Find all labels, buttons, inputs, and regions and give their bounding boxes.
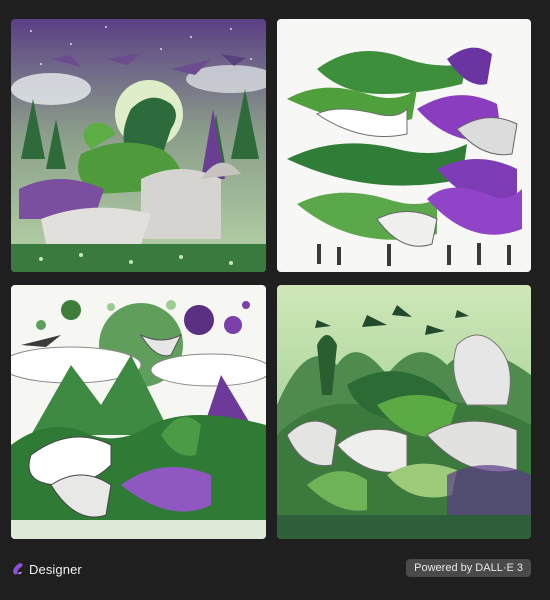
designer-logo-icon (11, 561, 25, 577)
generated-image-1[interactable] (11, 19, 266, 272)
generated-image-2[interactable] (277, 19, 531, 272)
image-3-artwork (11, 285, 266, 539)
image-results-panel: Designer Powered by DALL·E 3 (0, 0, 550, 600)
brand-label: Designer (29, 561, 82, 577)
image-2-artwork (277, 19, 531, 272)
footer-bar: Designer Powered by DALL·E 3 (0, 555, 550, 585)
image-4-artwork (277, 285, 531, 539)
generated-image-3[interactable] (11, 285, 266, 539)
image-1-artwork (11, 19, 266, 272)
generated-image-4[interactable] (277, 285, 531, 539)
powered-by-badge: Powered by DALL·E 3 (406, 559, 531, 577)
designer-brand-link[interactable]: Designer (11, 558, 82, 580)
